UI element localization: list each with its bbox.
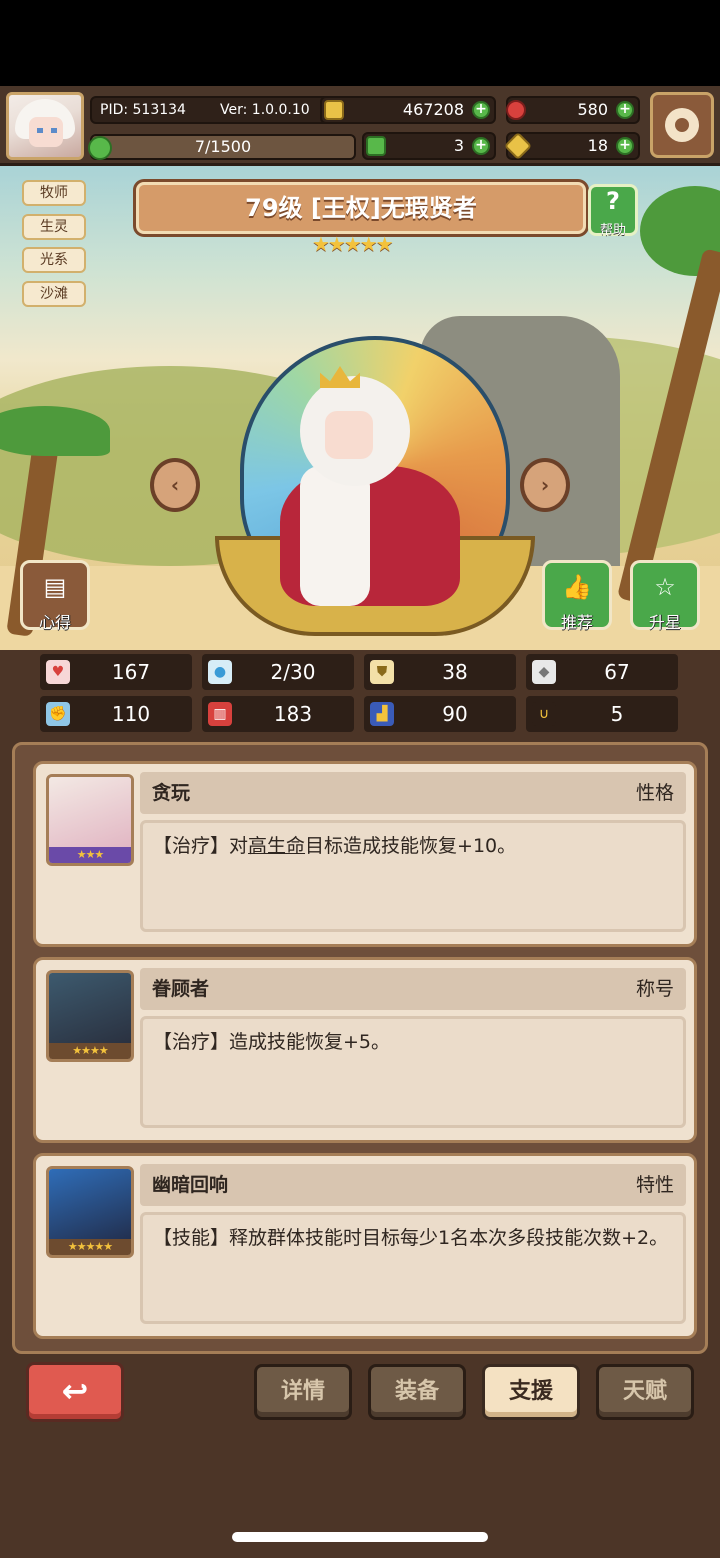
card-type: 性格 [635, 782, 674, 804]
hero-title: 79级 [王权]无瑕贤者 [136, 182, 586, 234]
chevron-left-icon: ‹ [170, 473, 180, 497]
support-portrait: ★★★★ [46, 970, 134, 1062]
tab-talent[interactable]: 天赋 [596, 1364, 694, 1420]
status-bar-area [0, 0, 720, 86]
player-info: PID: 513134 Ver: 1.0.0.10 [90, 96, 340, 124]
chevron-right-icon: › [540, 473, 550, 497]
support-card-trait[interactable]: ★★★★★ 幽暗回响 特性 【技能】释放群体技能时目标每少1名本次多段技能次数+… [33, 1153, 697, 1339]
card-type: 称号 [635, 978, 674, 1000]
horseshoe-icon: ∪ [532, 702, 556, 726]
stat-mana: ● 2/30 [202, 654, 354, 690]
card-name: 眷顾者 [152, 978, 210, 1000]
stat-hp: ♥ 167 [40, 654, 192, 690]
stat-intellect: ▥ 183 [202, 696, 354, 732]
card-name: 贪玩 [152, 782, 191, 804]
pid-text: PID: 513134 [100, 102, 186, 118]
gem-counter: 580 + [506, 96, 640, 124]
add-key-button[interactable]: + [616, 137, 634, 155]
scroll-icon: ▤ [43, 573, 67, 601]
clover-value: 3 [453, 136, 464, 155]
heart-icon: ♥ [46, 660, 70, 684]
upgrade-star-label: 升星 [648, 613, 681, 632]
support-portrait: ★★★ [46, 774, 134, 866]
clover-counter: 3 + [362, 132, 496, 160]
gold-value: 467208 [402, 100, 464, 119]
card-description: 【技能】释放群体技能时目标每少1名本次多段技能次数+2。 [140, 1212, 686, 1324]
upgrade-star-button[interactable]: ☆ 升星 [630, 560, 700, 632]
recommend-label: 推荐 [560, 613, 593, 632]
tag-element: 光系 [22, 247, 86, 273]
recommend-button[interactable]: 👍 推荐 [542, 560, 612, 632]
stamina-clover-icon [88, 136, 112, 160]
add-gold-button[interactable]: + [472, 101, 490, 119]
stat-resist: ◆ 67 [526, 654, 678, 690]
help-label: 帮助 [599, 223, 626, 238]
fist-icon: ✊ [46, 702, 70, 726]
support-portrait: ★★★★★ [46, 1166, 134, 1258]
question-icon: ? [606, 187, 620, 215]
book-icon: ▥ [208, 702, 232, 726]
version-text: Ver: 1.0.0.10 [220, 102, 310, 118]
support-panel: ★★★ 贪玩 性格 【治疗】对高生命目标造成技能恢复+10。 ★★★★ 眷顾者 … [12, 742, 708, 1354]
player-avatar[interactable] [6, 92, 84, 160]
stamina-bar: 7/1500 [90, 134, 356, 160]
thumbs-up-icon: 👍 [562, 573, 592, 601]
card-description: 【治疗】对高生命目标造成技能恢复+10。 [140, 820, 686, 932]
tag-terrain: 沙滩 [22, 281, 86, 307]
clover-icon [366, 136, 386, 156]
ruby-icon [506, 100, 526, 120]
settings-button[interactable] [650, 92, 714, 158]
highlight-term: 高生命 [248, 835, 306, 857]
card-name: 幽暗回响 [152, 1174, 229, 1196]
boot-icon: ▟ [370, 702, 394, 726]
stat-speed: ▟ 90 [364, 696, 516, 732]
notes-button[interactable]: ▤ 心得 [20, 560, 90, 632]
tab-support[interactable]: 支援 [482, 1364, 580, 1420]
bottom-area: ★★★ 贪玩 性格 【治疗】对高生命目标造成技能恢复+10。 ★★★★ 眷顾者 … [0, 740, 720, 1558]
stat-strength: ✊ 110 [40, 696, 192, 732]
key-counter: 18 + [503, 131, 640, 161]
prev-hero-button[interactable]: ‹ [150, 458, 200, 512]
stat-defense: ⛊ 38 [364, 654, 516, 690]
stats-panel: ♥ 167 ● 2/30 ⛊ 38 ◆ 67 ✊ 110 ▥ 183 ▟ 90 … [0, 650, 720, 740]
gem-value: 580 [577, 100, 608, 119]
top-resource-bar: PID: 513134 Ver: 1.0.0.10 467208 + 580 +… [0, 86, 720, 166]
key-icon [503, 131, 533, 161]
card-description: 【治疗】造成技能恢复+5。 [140, 1016, 686, 1128]
tab-equipment[interactable]: 装备 [368, 1364, 466, 1420]
back-button[interactable]: ↩ [26, 1362, 124, 1422]
notes-label: 心得 [38, 613, 71, 632]
card-type: 特性 [635, 1174, 674, 1196]
support-card-personality[interactable]: ★★★ 贪玩 性格 【治疗】对高生命目标造成技能恢复+10。 [33, 761, 697, 947]
help-button[interactable]: ? 帮助 [588, 184, 638, 238]
return-arrow-icon: ↩ [61, 1372, 89, 1410]
tab-details[interactable]: 详情 [254, 1364, 352, 1420]
stat-luck: ∪ 5 [526, 696, 678, 732]
star-icon: ☆ [654, 573, 676, 601]
next-hero-button[interactable]: › [520, 458, 570, 512]
gold-counter: 467208 + [320, 96, 496, 124]
add-gem-button[interactable]: + [616, 101, 634, 119]
add-clover-button[interactable]: + [472, 137, 490, 155]
hero-stars: ★★★★★ [312, 232, 394, 256]
tag-race: 生灵 [22, 214, 86, 240]
key-value: 18 [587, 136, 608, 155]
home-indicator[interactable] [232, 1532, 488, 1542]
crystal-icon: ◆ [532, 660, 556, 684]
shield-icon: ⛊ [370, 660, 394, 684]
tag-class: 牧师 [22, 180, 86, 206]
support-card-title[interactable]: ★★★★ 眷顾者 称号 【治疗】造成技能恢复+5。 [33, 957, 697, 1143]
coin-icon [324, 100, 344, 120]
droplet-icon: ● [208, 660, 232, 684]
